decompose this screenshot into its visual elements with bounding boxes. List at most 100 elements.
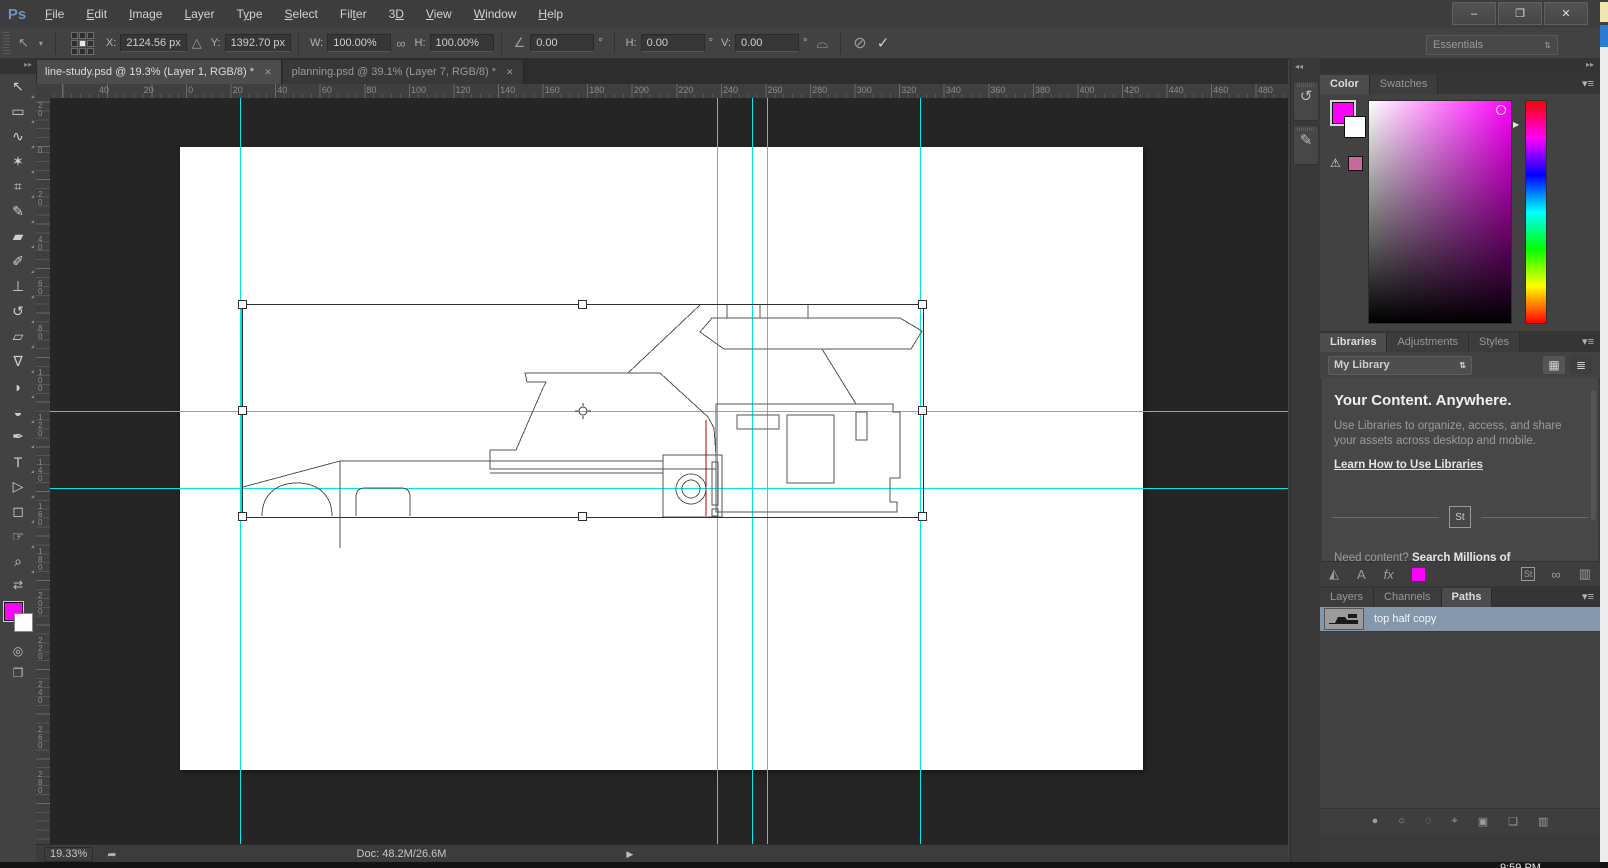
history-panel-icon[interactable]: ↺ (1293, 81, 1319, 121)
quick-selection-tool[interactable]: ✶ (0, 149, 36, 174)
tool-preset-arrow[interactable]: ▾ (39, 39, 43, 48)
add-color-icon[interactable] (1411, 567, 1425, 581)
ref-point-cell[interactable] (86, 39, 94, 47)
color-tab-color[interactable]: Color (1320, 75, 1370, 94)
paths-tab-channels[interactable]: Channels (1374, 588, 1442, 607)
stroke-path-icon[interactable]: ○ (1398, 815, 1405, 827)
commit-transform-button[interactable]: ✓ (877, 34, 890, 52)
delete-icon[interactable]: ▥ (1579, 566, 1591, 582)
menu-layer[interactable]: Layer (173, 7, 225, 21)
path-thumbnail[interactable] (1324, 608, 1364, 630)
vertical-ruler[interactable]: 2 0 0 2 0 4 0 6 0 8 0 1 0 0 1 2 0 1 4 0 1 6 0 1 8 … (36, 98, 51, 844)
list-view-button[interactable]: ≣ (1570, 356, 1592, 374)
libraries-learn-link[interactable]: Learn How to Use Libraries (1334, 459, 1598, 471)
transform-handle[interactable] (238, 406, 247, 415)
transform-handle[interactable] (578, 512, 587, 521)
add-graphic-icon[interactable]: ◭ (1329, 566, 1339, 582)
ref-point-cell[interactable] (70, 31, 78, 39)
hue-ramp[interactable] (1525, 100, 1547, 324)
adobe-stock-icon[interactable]: St (1520, 567, 1536, 581)
workspace-switcher[interactable]: Essentials ⇅ (1426, 35, 1558, 55)
transform-handle[interactable] (238, 300, 247, 309)
background-color-swatch[interactable] (14, 613, 33, 632)
notes-panel-icon[interactable]: ✎ (1293, 125, 1319, 165)
minimize-button[interactable]: – (1452, 2, 1496, 25)
color-field-cursor[interactable] (1496, 105, 1506, 115)
libraries-tab-adjustments[interactable]: Adjustments (1387, 333, 1469, 352)
gamut-color-swatch[interactable] (1348, 156, 1363, 171)
dodge-tool[interactable]: ◒ (0, 399, 36, 424)
lasso-tool[interactable]: ∿ (0, 124, 36, 149)
path-name[interactable]: top half copy (1374, 613, 1436, 625)
type-tool[interactable]: T (0, 449, 36, 474)
width-input[interactable]: 100.00% (327, 34, 392, 52)
grid-view-button[interactable]: ▦ (1543, 356, 1565, 374)
y-input[interactable]: 1392.70 px (224, 34, 291, 52)
rotate-input[interactable]: 0.00 (530, 34, 595, 52)
path-row[interactable]: top half copy (1320, 607, 1600, 631)
tab-close-icon[interactable]: ✕ (506, 67, 514, 78)
transform-handle[interactable] (238, 512, 247, 521)
reference-point-locator[interactable] (70, 31, 94, 55)
brush-tool[interactable]: ✐ (0, 249, 36, 274)
menu-view[interactable]: View (415, 7, 463, 21)
delete-path-icon[interactable]: ▥ (1538, 815, 1548, 828)
relative-position-toggle[interactable]: △ (192, 35, 202, 51)
menu-help[interactable]: Help (527, 7, 574, 21)
add-character-style-icon[interactable]: A (1357, 567, 1366, 582)
warp-mode-button[interactable]: ⌓ (816, 35, 828, 52)
ref-point-cell[interactable] (78, 47, 86, 55)
menu-select[interactable]: Select (274, 7, 329, 21)
fill-path-icon[interactable]: ● (1372, 815, 1379, 827)
gamut-warning-icon[interactable]: ⚠ (1330, 156, 1341, 170)
libraries-panel-menu-icon[interactable]: ▾≡ (1582, 335, 1594, 348)
cancel-transform-button[interactable]: ⊘ (853, 33, 866, 53)
ref-point-cell[interactable] (78, 31, 86, 39)
color-tab-swatches[interactable]: Swatches (1369, 75, 1439, 94)
v-skew-input[interactable]: 0.00 (735, 34, 799, 52)
horizontal-ruler[interactable]: 40 20 0 20 40 60 80 100 120 140 160 180 200 220 240 260… (50, 84, 1288, 99)
add-mask-icon[interactable]: ▣ (1478, 815, 1488, 828)
paths-panel-menu-icon[interactable]: ▾≡ (1582, 590, 1594, 603)
ref-point-cell[interactable] (78, 39, 86, 47)
color-panel-menu-icon[interactable]: ▾≡ (1582, 77, 1594, 90)
tool-preset-picker[interactable]: ↖ (18, 35, 29, 51)
paths-panel-empty-area[interactable] (1320, 631, 1600, 808)
transform-handle[interactable] (578, 300, 587, 309)
tool-panel-collapse[interactable]: ▸▸ (0, 58, 36, 74)
crop-tool[interactable]: ⌗ (0, 174, 36, 199)
document-tab-1[interactable]: planning.psd @ 39.1% (Layer 7, RGB/8) * ✕ (282, 60, 524, 84)
paths-tab-layers[interactable]: Layers (1320, 588, 1375, 607)
windows-taskbar[interactable]: 9:59 PM (0, 862, 1608, 868)
transform-handle[interactable] (918, 300, 927, 309)
hue-slider-arrow[interactable]: ▶ (1513, 120, 1519, 129)
export-icon[interactable]: ➦ (107, 848, 116, 861)
ref-point-cell[interactable] (70, 47, 78, 55)
spot-healing-brush-tool[interactable]: ▰ (0, 224, 36, 249)
transform-handle[interactable] (918, 406, 927, 415)
hand-tool[interactable]: ☞ (0, 524, 36, 549)
options-grip[interactable] (3, 32, 10, 54)
height-input[interactable]: 100.00% (429, 34, 494, 52)
h-skew-input[interactable]: 0.00 (640, 34, 705, 52)
move-tool[interactable]: ↖ (0, 74, 36, 99)
shape-tool[interactable]: ◻ (0, 499, 36, 524)
screen-mode-button[interactable]: ❐ (0, 662, 36, 684)
load-selection-icon[interactable]: ◌ (1425, 815, 1432, 827)
rectangular-marquee-tool[interactable]: ▭ (0, 99, 36, 124)
ref-point-cell[interactable] (86, 47, 94, 55)
zoom-tool[interactable]: ⌕ (0, 549, 36, 574)
eyedropper-tool[interactable]: ✎ (0, 199, 36, 224)
transform-reference-point[interactable] (575, 403, 591, 419)
new-path-icon[interactable]: ❏ (1508, 815, 1518, 828)
paths-tab-paths[interactable]: Paths (1441, 588, 1493, 607)
menu-window[interactable]: Window (463, 7, 528, 21)
tab-close-icon[interactable]: ✕ (264, 67, 272, 78)
eraser-tool[interactable]: ▱ (0, 324, 36, 349)
panel-background-swatch[interactable] (1344, 116, 1366, 138)
close-button[interactable]: ✕ (1544, 2, 1588, 25)
clone-stamp-tool[interactable]: ⊥ (0, 274, 36, 299)
ref-point-cell[interactable] (70, 39, 78, 47)
menu-file[interactable]: File (34, 7, 75, 21)
document-tab-0[interactable]: line-study.psd @ 19.3% (Layer 1, RGB/8) … (36, 60, 282, 84)
